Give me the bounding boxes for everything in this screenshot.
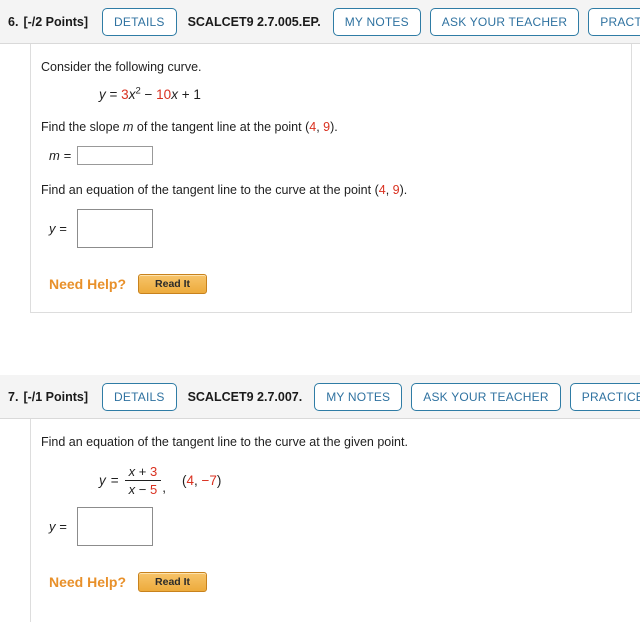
point-y-value: −7 [201, 472, 217, 488]
equation-coefficient-2: 10 [156, 87, 172, 103]
problem-6-number: 6. [8, 14, 19, 29]
prompt-2-text-a: Find the slope [41, 119, 123, 134]
practice-another-button-6[interactable]: PRACTICE [588, 7, 640, 36]
prompt-2-text-b: of the tangent line at the point ( [133, 119, 310, 134]
problem-7-answer-row-y: y = [49, 506, 632, 546]
point-close-paren: ) [216, 472, 222, 488]
problem-separator [0, 313, 640, 376]
answer-label-y-7: y = [49, 518, 67, 534]
prompt-3-text-c: ). [399, 182, 408, 197]
problem-6-prompt-3: Find an equation of the tangent line to … [41, 181, 631, 199]
problem-6: 6. [-/2 Points] DETAILS SCALCET9 2.7.005… [0, 0, 640, 314]
answer-input-y-7[interactable] [77, 506, 153, 546]
equation-exponent-1: 2 [135, 85, 141, 97]
problem-6-help-row: Need Help? Read It [49, 273, 631, 295]
ask-your-teacher-button-6[interactable]: ASK YOUR TEACHER [429, 7, 580, 36]
my-notes-button-6[interactable]: MY NOTES [332, 7, 421, 36]
numerator-operator: + [138, 463, 147, 479]
equation-constant: 1 [193, 87, 201, 103]
equation-given-point: (4, −7) [182, 473, 221, 488]
answer-input-m[interactable] [77, 145, 154, 165]
problem-7-body: Find an equation of the tangent line to … [30, 419, 632, 623]
answer-input-y-6[interactable] [77, 208, 153, 248]
fraction-denominator: x − 5 [125, 481, 162, 497]
problem-6-header: 6. [-/2 Points] DETAILS SCALCET9 2.7.005… [0, 0, 640, 44]
read-it-button-6[interactable]: Read It [138, 273, 208, 295]
problem-7-help-row: Need Help? Read It [49, 571, 632, 593]
need-help-label-6: Need Help? [49, 276, 127, 293]
numerator-variable: x [128, 463, 136, 479]
problem-6-prompt-2: Find the slope m of the tangent line at … [41, 118, 631, 136]
prompt-3-point-x: 4 [378, 182, 386, 197]
problem-6-prompt-1: Consider the following curve. [41, 60, 202, 74]
details-button-7[interactable]: DETAILS [102, 382, 177, 411]
prompt-2-text-c: ). [330, 119, 338, 134]
fraction-numerator: x + 3 [124, 463, 162, 481]
read-it-button-7[interactable]: Read It [138, 571, 208, 593]
problem-6-equation: y = 3x2 − 10x + 1 [99, 86, 631, 104]
prompt-3-point-y: 9 [392, 182, 400, 197]
problem-7-equation: y = x + 3 x − 5 , (4, −7) [99, 464, 632, 497]
my-notes-button-7[interactable]: MY NOTES [314, 382, 403, 411]
problem-7-header: 7. [-/1 Points] DETAILS SCALCET9 2.7.007… [0, 375, 640, 420]
problem-7-prompt-1: Find an equation of the tangent line to … [41, 435, 408, 450]
problem-7: 7. [-/1 Points] DETAILS SCALCET9 2.7.007… [0, 375, 640, 623]
denominator-operator: − [138, 481, 147, 497]
problem-6-answer-row-y: y = [49, 208, 631, 248]
denominator-constant: 5 [149, 481, 158, 497]
equation-lhs: y [99, 87, 106, 103]
answer-label-m: m = [49, 147, 72, 163]
problem-6-points: [-/2 Points] [23, 14, 89, 29]
problem-7-code: SCALCET9 2.7.007. [187, 389, 303, 404]
practice-another-button-7[interactable]: PRACTICE [569, 382, 640, 411]
equation-equals: = [109, 87, 118, 103]
problem-7-number: 7. [8, 389, 19, 404]
problem-6-code: SCALCET9 2.7.005.EP. [187, 14, 321, 29]
point-separator: , [194, 472, 202, 488]
problem-6-answer-row-m: m = [49, 145, 631, 165]
ask-your-teacher-button-7[interactable]: ASK YOUR TEACHER [411, 382, 561, 411]
numerator-constant: 3 [149, 463, 158, 479]
need-help-label-7: Need Help? [49, 573, 127, 590]
denominator-variable: x [128, 481, 136, 497]
equation-lhs-7: y [99, 472, 106, 488]
answer-label-y-6: y = [49, 220, 67, 236]
equation-variable-2: x [171, 87, 178, 103]
equation-minus-operator: − [144, 87, 153, 103]
details-button-6[interactable]: DETAILS [102, 7, 177, 36]
problem-7-points: [-/1 Points] [23, 389, 89, 404]
equation-plus-operator: + [181, 87, 190, 103]
problem-6-body: Consider the following curve. y = 3x2 − … [30, 44, 632, 314]
point-x-value: 4 [186, 472, 194, 488]
equation-equals-7: = [110, 472, 119, 488]
equation-comma: , [162, 479, 166, 495]
prompt-2-slope-symbol: m [123, 119, 134, 134]
prompt-3-point-sep: , [385, 182, 393, 197]
equation-fraction: x + 3 x − 5 [124, 463, 162, 497]
prompt-3-text-a: Find an equation of the tangent line to … [41, 182, 379, 197]
equation-coefficient-1: 3 [121, 87, 129, 103]
